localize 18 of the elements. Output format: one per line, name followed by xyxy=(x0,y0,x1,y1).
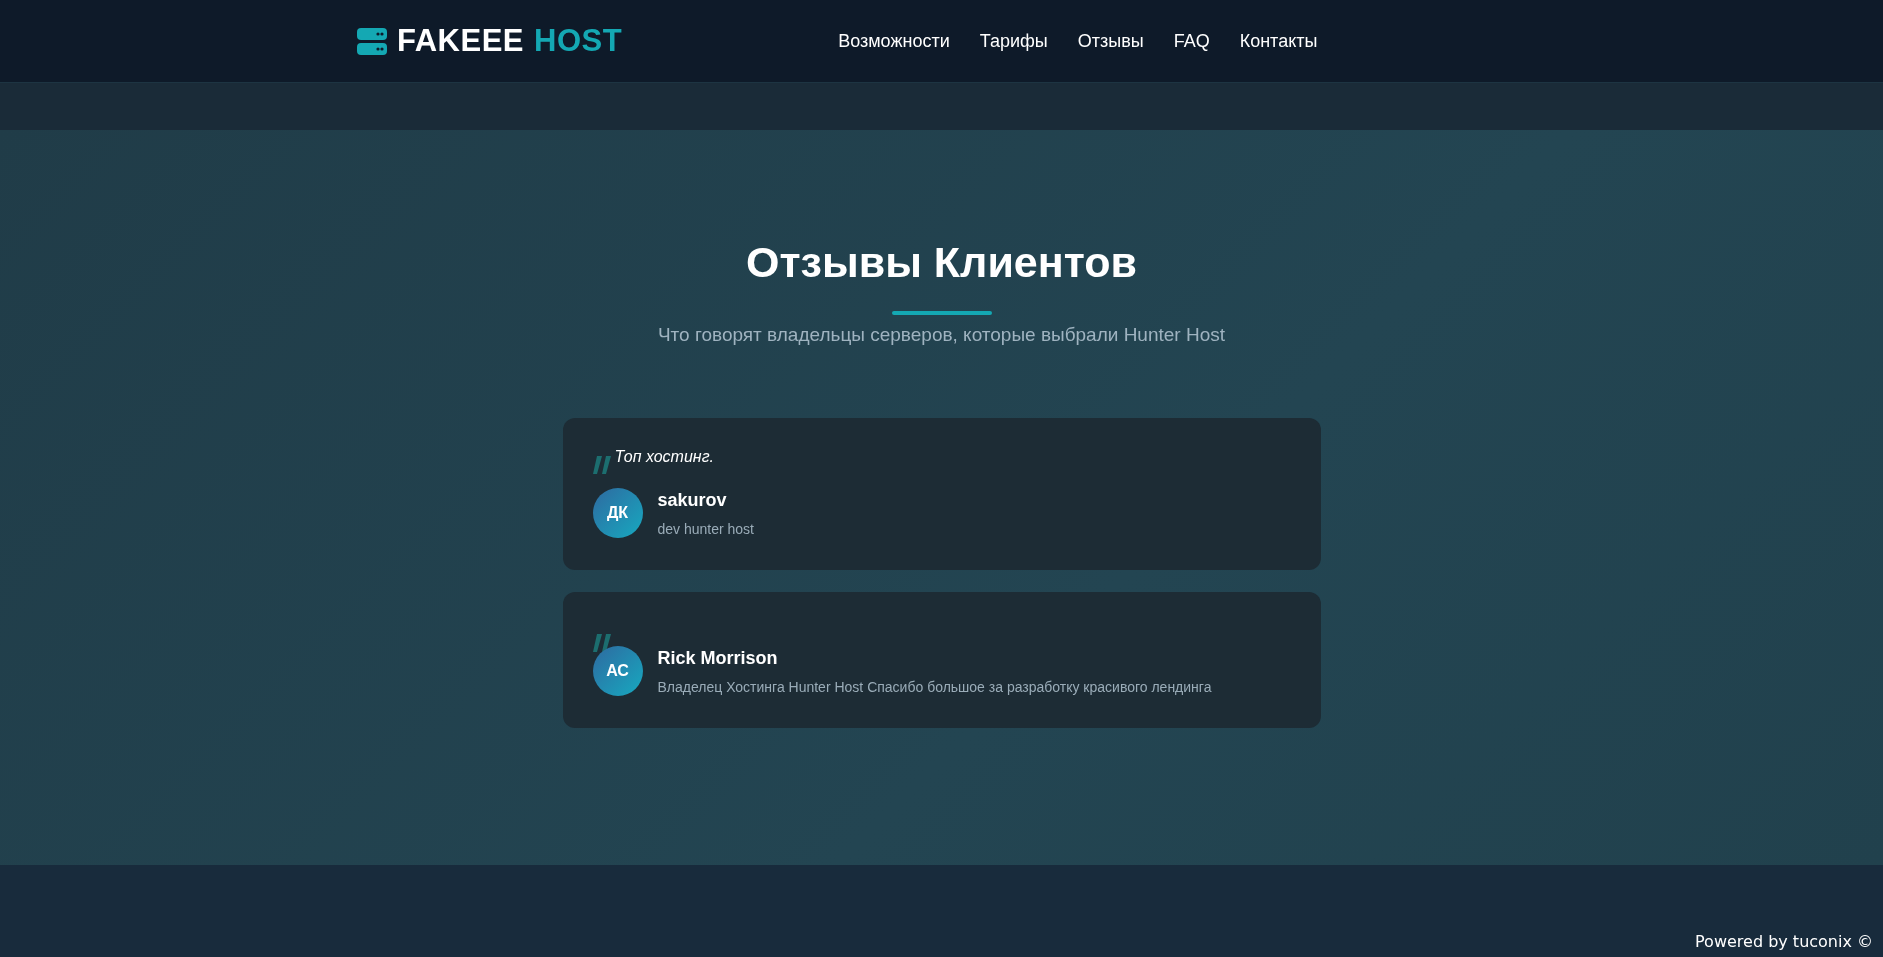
footer-credit: Powered by tuconix © xyxy=(1695,932,1873,951)
nav-link[interactable]: FAQ xyxy=(1173,30,1210,52)
nav-link[interactable]: Возможности xyxy=(838,30,950,52)
author-name: sakurov xyxy=(657,489,728,511)
server-icon xyxy=(357,27,387,55)
logo-text: HOST xyxy=(534,23,623,59)
section-subtitle: Что говорят владельцы серверов, которые выбрали Hunter Host xyxy=(656,324,1227,346)
nav-link[interactable]: Отзывы xyxy=(1077,30,1144,52)
avatar: ДК xyxy=(592,488,643,538)
avatar: АС xyxy=(592,646,643,696)
logo-text: FAKEEE xyxy=(397,23,525,59)
author-name: Rick Morrison xyxy=(657,647,779,669)
author-role: dev hunter host xyxy=(657,520,754,537)
nav-link[interactable]: Контакты xyxy=(1239,30,1318,52)
author-role: Владелец Хостинга Hunter Host Спасибо большое за разработку красивого лендинга xyxy=(657,678,1212,695)
section-title: Отзывы Клиентов xyxy=(745,237,1138,288)
nav-link[interactable]: Тарифы xyxy=(979,30,1048,52)
testimonial-quote: Топ хостинг. xyxy=(614,448,714,466)
